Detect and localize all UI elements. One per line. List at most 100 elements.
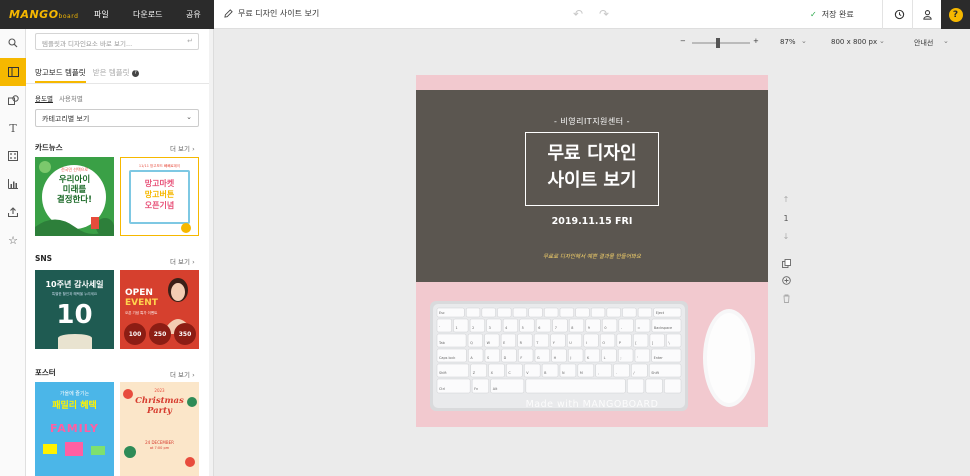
category-select[interactable]: 카테고리별 보기 ⌄ [35,109,199,127]
page-up-icon[interactable]: ↑ [780,195,792,204]
thumb-badge: 100 [124,323,146,345]
template-thumb-cardnews-2[interactable]: 11/11 망고보드 빼빼로데이 망고마켓 망고버튼 오픈기념 [120,157,199,236]
thumb-line: 결정한다! [56,195,93,205]
thumb-badge: 350 [174,323,196,345]
more-link-cardnews[interactable]: 더 보기 › [170,143,195,153]
keyboard-key-label: 6 [538,326,540,330]
zoom-slider[interactable] [692,38,750,48]
history-icon[interactable] [884,0,914,29]
keyboard-key [544,307,559,318]
design-date[interactable]: 2019.11.15 FRI [416,216,768,227]
upload-icon[interactable] [0,198,26,226]
keyboard-key-label: ; [620,356,621,360]
template-icon[interactable] [0,58,26,86]
search-input[interactable]: 템플릿과 디자인요소 바로 보기... ↵ [35,33,199,50]
keyboard-key-label: 4 [505,326,507,330]
template-thumb-sns-1[interactable]: 10주년 감사세일 특별한 할인과 혜택을 누리세요 10 [35,270,114,349]
redo-icon[interactable]: ↷ [599,7,609,21]
add-page-icon[interactable] [780,276,792,287]
keyboard-key-label: O [602,341,605,345]
help-button[interactable]: ? [941,0,970,29]
undo-icon[interactable]: ↶ [573,7,583,21]
thumb-small-text: 오픈 기념 특가 이벤트 [125,311,158,315]
copy-icon[interactable] [780,259,792,270]
elements-icon[interactable] [0,142,26,170]
user-icon[interactable] [912,0,942,29]
save-status: ✓ 저장 완료 [810,9,854,20]
canvas-pink-band [416,75,768,90]
keyboard-key-label: Backspace [654,326,672,330]
check-icon: ✓ [810,10,817,19]
thumb-line: 미래를 [62,185,87,195]
zoom-out-button[interactable]: − [680,37,686,45]
keyboard-key-label: Fn [474,387,478,391]
page-number: 1 [783,214,789,223]
thumb-art [181,223,191,233]
keyboard-key-label: [ [635,341,636,345]
keyboard-key-label: 1 [456,326,458,330]
template-thumb-poster-2[interactable]: 2023 Christmas Party 24 DECEMBER at 7:00… [120,382,199,476]
template-thumb-cardnews-1[interactable]: 전국민 선택으로 우리아이 미래를 결정한다! [35,157,114,236]
guide-toggle[interactable]: 안내선 [914,38,933,48]
keyboard-key [575,307,590,318]
keyboard-key-label: Enter [654,356,664,360]
thumb-headline: 우리아이 미래를 결정한다! [35,175,114,205]
menu-file[interactable]: 파일 [94,9,109,20]
menu-download[interactable]: 다운로드 [133,9,162,20]
menu-share[interactable]: 공유 [186,9,201,20]
chevron-down-icon[interactable]: ⌄ [879,37,885,45]
keyboard-key-label: Caps lock [439,356,455,360]
chevron-down-icon[interactable]: ⌄ [801,37,807,45]
divider [882,0,883,29]
trash-icon[interactable] [780,294,792,305]
star-icon[interactable]: ☆ [0,226,26,254]
template-panel: 템플릿과 디자인요소 바로 보기... ↵ 망고보드 템플릿 받은 템플릿 ? 용… [26,29,214,476]
keyboard-key [466,307,481,318]
pencil-icon [224,9,233,18]
logo[interactable]: MANGOboard [9,8,78,21]
text-icon[interactable]: T [0,114,26,142]
keyboard-key-label: Esc [439,311,445,315]
keyboard-key-label: Q [470,341,473,345]
keyboard-key-label: H [554,356,557,360]
page-down-icon[interactable]: ↓ [780,232,792,241]
keyboard-key-label: 3 [489,326,491,330]
thumb-small-text: 24 DECEMBER [145,440,174,445]
zoom-slider-handle[interactable] [716,38,720,48]
doc-title[interactable]: 무료 디자인 사이트 보기 [224,8,319,19]
template-thumb-poster-1[interactable]: 가을에 즐기는 패밀리 혜택 FAMILY [35,382,114,476]
keyboard-key-label: I [586,341,587,345]
tab-received-templates[interactable]: 받은 템플릿 ? [93,67,139,83]
more-link-poster[interactable]: 더 보기 › [170,369,195,379]
zoom-in-button[interactable]: + [753,37,759,45]
tool-rail: T ☆ [0,29,26,476]
thumb-headline: 망고마켓 망고버튼 오픈기념 [121,178,198,211]
keyboard-key [606,307,621,318]
design-title[interactable]: 무료 디자인 사이트 보기 [525,140,659,194]
design-org-text[interactable]: - 비영리IT지원센터 - [416,116,768,127]
logo-text: MANGO [9,8,59,21]
more-label: 더 보기 [170,145,191,153]
panel-scrollbar[interactable] [209,29,213,476]
design-title-line2: 사이트 보기 [547,170,637,191]
subtab-by-purpose[interactable]: 용도별 [35,93,53,103]
chevron-down-icon[interactable]: ⌄ [943,37,949,45]
top-bar: MANGOboard 파일 다운로드 공유 무료 디자인 사이트 보기 ↶ ↷ … [0,0,970,29]
keyboard-key-label: Eject [656,311,665,315]
design-canvas[interactable]: - 비영리IT지원센터 - 무료 디자인 사이트 보기 2019.11.15 F… [416,75,768,427]
section-title-poster: 포스터 [35,368,56,377]
more-label: 더 보기 [170,258,191,266]
design-caption[interactable]: 무료로 디자인해서 예쁜 결과물 만들어봐요 [416,252,768,260]
search-icon[interactable] [0,29,26,57]
subtab-by-usage[interactable]: 사용처별 [59,93,83,103]
zoom-percent[interactable]: 87% [780,38,796,46]
shapes-icon[interactable] [0,86,26,114]
keyboard-key-label: L [604,356,606,360]
template-thumb-sns-2[interactable]: OPEN EVENT 오픈 기념 특가 이벤트 100 250 350 [120,270,199,349]
tab-mango-templates[interactable]: 망고보드 템플릿 [35,67,86,83]
help-icon: ? [948,7,963,22]
more-link-sns[interactable]: 더 보기 › [170,256,195,266]
info-icon: ? [131,69,139,77]
canvas-size[interactable]: 800 x 800 px [831,38,877,46]
chart-icon[interactable] [0,170,26,198]
